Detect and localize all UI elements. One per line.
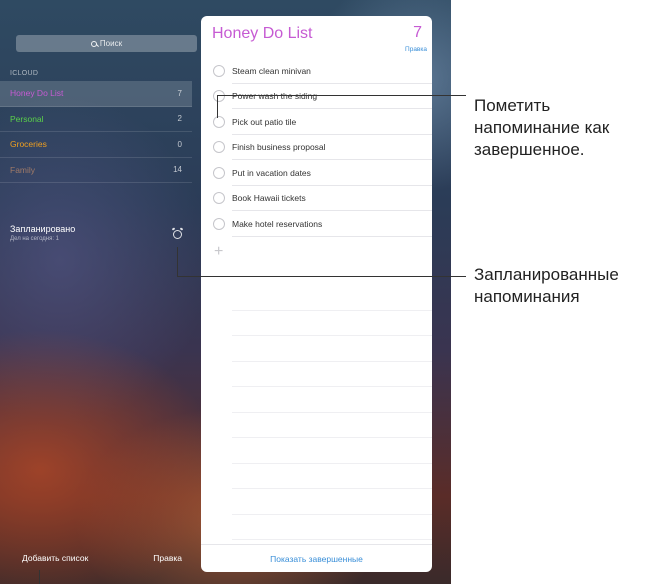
- list-name: Honey Do List: [10, 88, 64, 99]
- reminder-items: Steam clean minivan Power wash the sidin…: [201, 58, 432, 237]
- reminder-row: Make hotel reservations: [201, 211, 432, 237]
- reminder-text[interactable]: Steam clean minivan: [232, 66, 311, 76]
- list-name: Personal: [10, 113, 44, 124]
- sidebar-bottom-bar: Добавить список Правка: [0, 548, 200, 568]
- complete-checkbox[interactable]: [213, 166, 225, 179]
- reminder-text[interactable]: Put in vacation dates: [232, 168, 311, 178]
- list-count: 7: [177, 88, 182, 98]
- scheduled-list-item[interactable]: Запланировано Дел на сегодня: 1: [10, 224, 186, 242]
- callout-mark-complete: Пометить напоминание как завершенное.: [474, 96, 610, 159]
- edit-button[interactable]: Правка: [405, 46, 427, 53]
- icloud-section-label: ICLOUD: [10, 70, 39, 77]
- sidebar-item-honey-do-list[interactable]: Honey Do List 7: [0, 81, 192, 107]
- callout-leader-line: [217, 95, 466, 97]
- reminder-text[interactable]: Make hotel reservations: [232, 219, 322, 229]
- empty-rows: [232, 285, 432, 540]
- list-count: 0: [177, 139, 182, 149]
- callout-leader-line: [217, 95, 219, 118]
- search-icon: [90, 40, 97, 47]
- list-title: Honey Do List: [212, 25, 313, 42]
- reminder-list-card: Honey Do List 7 Правка Steam clean miniv…: [201, 16, 432, 572]
- sidebar-item-family[interactable]: Family 14: [0, 158, 192, 183]
- reminder-text[interactable]: Book Hawaii tickets: [232, 193, 306, 203]
- show-completed-button[interactable]: Показать завершенные: [201, 544, 432, 572]
- scheduled-title: Запланировано: [10, 224, 76, 234]
- ipad-screen: Поиск ICLOUD Honey Do List 7 Personal 2 …: [0, 0, 451, 584]
- callout-leader-line: [39, 570, 41, 584]
- add-reminder-plus-icon[interactable]: +: [214, 244, 223, 260]
- complete-checkbox[interactable]: [213, 217, 225, 230]
- callout-leader-line: [177, 276, 466, 278]
- complete-checkbox[interactable]: [213, 141, 225, 154]
- complete-checkbox[interactable]: [213, 192, 225, 205]
- list-name: Family: [10, 164, 36, 175]
- add-list-button[interactable]: Добавить список: [22, 553, 88, 563]
- lists-sidebar: Honey Do List 7 Personal 2 Groceries 0 F…: [0, 81, 192, 183]
- reminder-row: Book Hawaii tickets: [201, 186, 432, 212]
- reminder-row: Finish business proposal: [201, 135, 432, 161]
- reminder-row: Put in vacation dates: [201, 160, 432, 186]
- scheduled-subtitle: Дел на сегодня: 1: [10, 236, 60, 242]
- reminder-row: Steam clean minivan: [201, 58, 432, 84]
- callout-scheduled: Запланированные напоминания: [474, 265, 619, 306]
- list-count: 14: [173, 165, 182, 175]
- list-count: 2: [177, 114, 182, 124]
- alarm-clock-icon: [173, 230, 182, 239]
- search-field[interactable]: Поиск: [16, 35, 197, 52]
- search-placeholder: Поиск: [99, 39, 123, 48]
- complete-checkbox[interactable]: [213, 115, 225, 128]
- sidebar-item-groceries[interactable]: Groceries 0: [0, 132, 192, 158]
- list-name: Groceries: [10, 139, 47, 150]
- callout-leader-line: [177, 247, 179, 277]
- reminder-row: Pick out patio tile: [201, 109, 432, 135]
- reminder-text[interactable]: Finish business proposal: [232, 142, 326, 152]
- sidebar-item-personal[interactable]: Personal 2: [0, 107, 192, 132]
- reminder-text[interactable]: Pick out patio tile: [232, 117, 296, 127]
- list-item-count: 7: [413, 24, 422, 41]
- complete-checkbox[interactable]: [213, 64, 225, 77]
- sidebar-edit-button[interactable]: Правка: [153, 553, 182, 563]
